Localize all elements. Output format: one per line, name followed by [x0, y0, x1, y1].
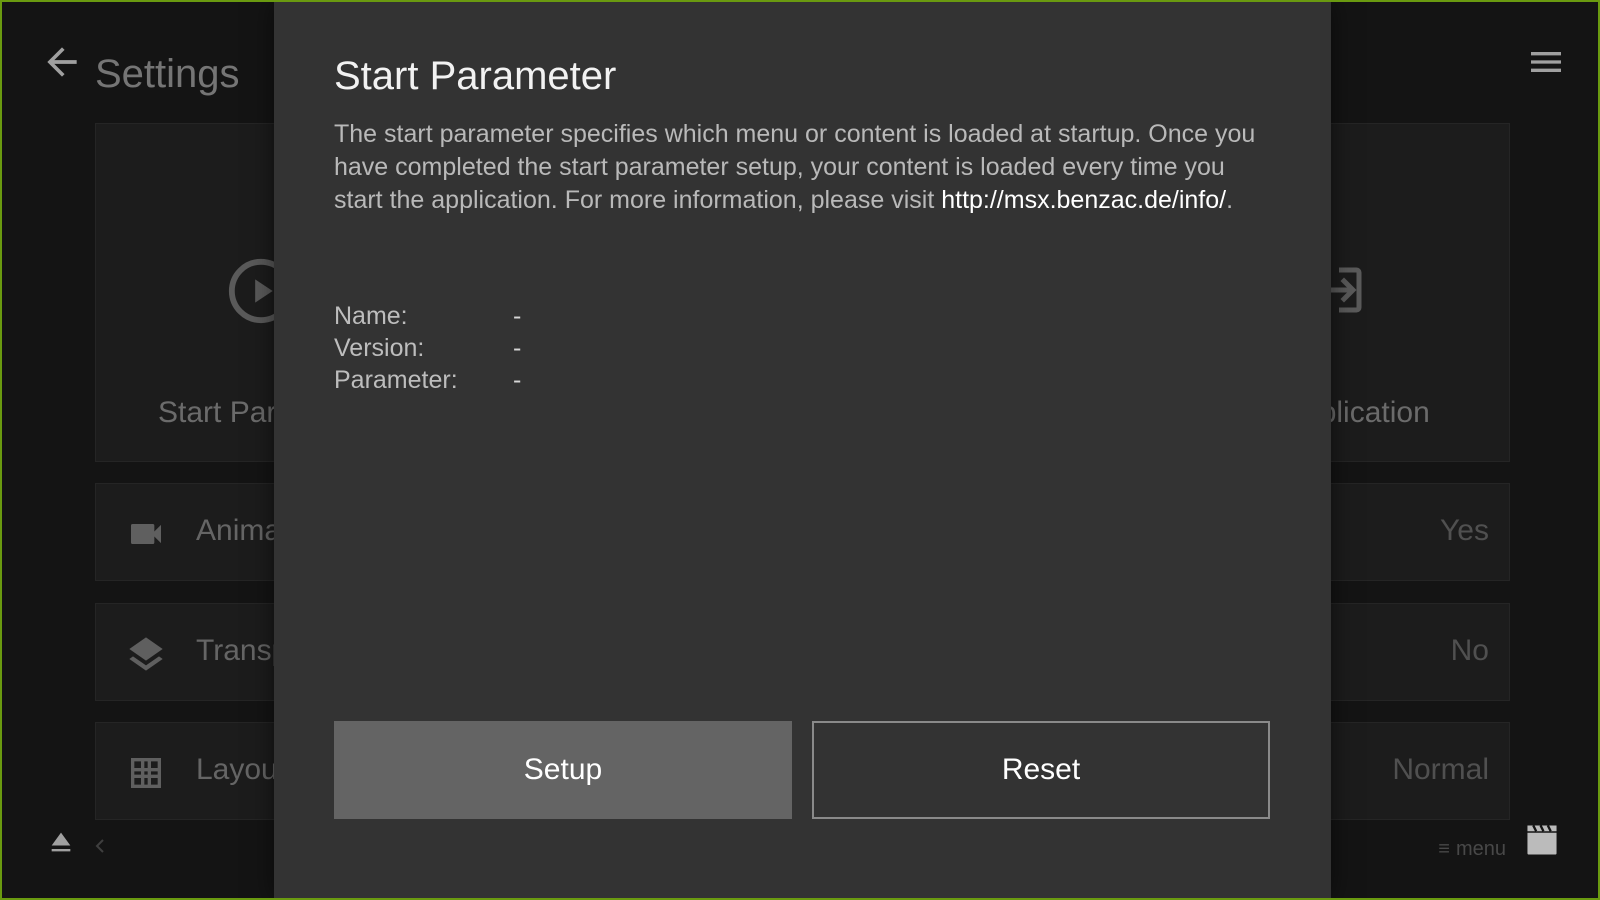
info-key: Version: — [334, 334, 425, 362]
dialog-description-end: . — [1226, 186, 1234, 214]
dialog-description: The start parameter specifies which menu… — [334, 118, 1269, 217]
info-value: - — [513, 302, 522, 330]
info-key: Parameter: — [334, 366, 458, 394]
screen: Settings Start Parameter Application Ani… — [0, 0, 1600, 900]
info-row-parameter: Parameter: - — [334, 364, 521, 396]
dialog-title: Start Parameter — [334, 54, 617, 98]
info-row-version: Version: - — [334, 332, 521, 364]
setup-button[interactable]: Setup — [334, 721, 792, 819]
info-link[interactable]: http://msx.benzac.de/info/ — [941, 186, 1226, 214]
start-parameter-dialog: Start Parameter The start parameter spec… — [274, 2, 1331, 898]
parameter-info: Name: - Version: - Parameter: - — [334, 300, 521, 396]
reset-button[interactable]: Reset — [812, 721, 1270, 819]
info-row-name: Name: - — [334, 300, 521, 332]
info-value: - — [513, 366, 522, 394]
info-key: Name: — [334, 302, 408, 330]
info-value: - — [513, 334, 522, 362]
